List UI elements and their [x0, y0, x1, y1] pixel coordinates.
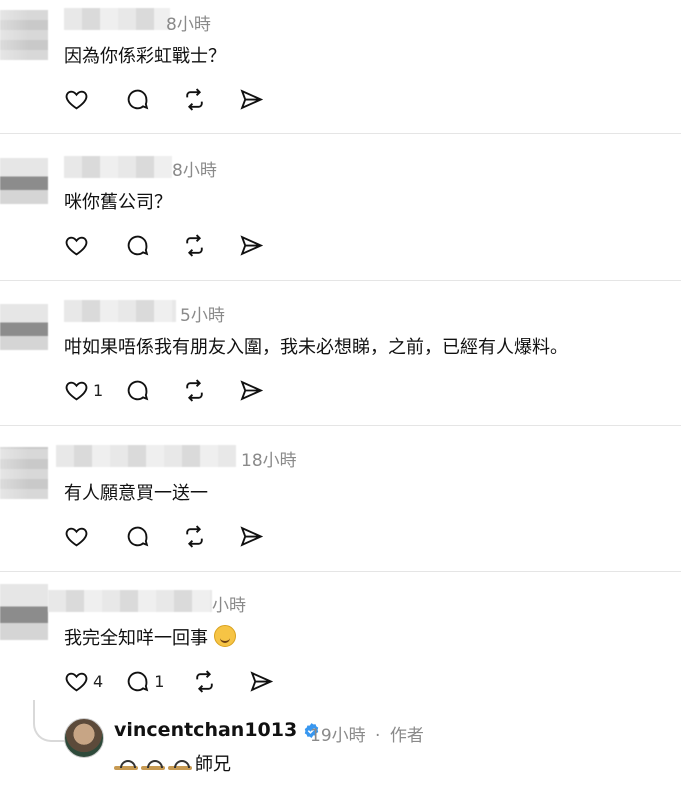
- comment-count: 1: [154, 671, 165, 691]
- comment-button[interactable]: [125, 377, 150, 403]
- reply-meta: 19小時 · 作者: [310, 721, 424, 746]
- comment-button[interactable]: [125, 523, 150, 549]
- like-button[interactable]: [64, 86, 93, 112]
- like-count: 4: [93, 671, 104, 691]
- share-button[interactable]: [249, 668, 274, 694]
- like-count: 1: [93, 380, 104, 400]
- comment-item: 18小時 有人願意買一送一: [0, 437, 681, 582]
- comment-button[interactable]: 1: [125, 668, 164, 694]
- comment-text: 我完全知咩一回事: [64, 624, 236, 650]
- reply-time: 19小時: [310, 726, 366, 746]
- heart-icon: [65, 527, 88, 546]
- repost-button[interactable]: [182, 86, 207, 112]
- sandal-emoji: [141, 760, 165, 770]
- comment-text: 有人願意買一送一: [64, 483, 208, 504]
- comment-actions: [64, 232, 286, 258]
- reply-text: 師兄: [114, 750, 231, 776]
- meta-separator: ·: [375, 726, 381, 746]
- username-redacted[interactable]: [56, 445, 236, 467]
- share-icon: [240, 234, 264, 256]
- repost-icon: [186, 87, 203, 111]
- like-button[interactable]: 1: [64, 377, 103, 403]
- avatar[interactable]: [0, 304, 48, 350]
- divider: [0, 425, 681, 426]
- comment-time: 8小時: [166, 15, 211, 35]
- heart-icon: [65, 236, 88, 255]
- author-tag: 作者: [389, 726, 424, 746]
- comment-item: 8小時 因為你係彩虹戰士？: [0, 0, 681, 145]
- comment-item: 5小時 咁如果唔係我有朋友入圍，我未必想睇，之前，已經有人爆料。 1: [0, 292, 681, 437]
- comment-actions: [64, 86, 286, 112]
- repost-button[interactable]: [182, 523, 207, 549]
- comment-button[interactable]: [125, 86, 150, 112]
- comment-actions: 1: [64, 377, 286, 403]
- comment-text: 咪你舊公司？: [64, 192, 172, 213]
- thread-connector: [33, 700, 65, 742]
- reply-username[interactable]: vincentchan1013: [114, 719, 320, 741]
- reply-username-text: vincentchan1013: [114, 719, 298, 741]
- woozy-face-emoji: [214, 625, 236, 647]
- comment-icon: [127, 526, 149, 546]
- repost-icon: [186, 524, 203, 548]
- comment-time: 8小時: [172, 161, 217, 181]
- sandal-emoji: [114, 760, 138, 770]
- avatar[interactable]: [0, 158, 48, 204]
- username-redacted[interactable]: [64, 156, 172, 178]
- share-button[interactable]: [239, 86, 264, 112]
- comment-actions: [64, 523, 286, 549]
- comment-text: 因為你係彩虹戰士？: [64, 46, 226, 67]
- like-button[interactable]: 4: [64, 668, 103, 694]
- comment-time: 小時: [212, 596, 246, 616]
- share-icon: [240, 88, 264, 110]
- reply-avatar[interactable]: [64, 718, 104, 758]
- comment-icon: [127, 671, 149, 691]
- repost-button[interactable]: [182, 377, 207, 403]
- username-redacted[interactable]: [64, 300, 176, 322]
- share-icon: [240, 525, 264, 547]
- comment-icon: [127, 235, 149, 255]
- share-button[interactable]: [239, 232, 264, 258]
- avatar[interactable]: [0, 584, 48, 640]
- comment-time: 18小時: [241, 451, 297, 471]
- like-button[interactable]: [64, 232, 93, 258]
- repost-icon: [186, 233, 203, 257]
- share-icon: [250, 670, 274, 692]
- divider: [0, 133, 681, 134]
- divider: [0, 571, 681, 572]
- heart-icon: [65, 672, 88, 691]
- comment-item: 8小時 咪你舊公司？: [0, 146, 681, 291]
- comment-text-body: 我完全知咩一回事: [64, 628, 208, 649]
- reply-text-body: 師兄: [195, 754, 231, 775]
- comment-actions: 4 1: [64, 668, 296, 694]
- avatar[interactable]: [0, 10, 48, 60]
- comment-icon: [127, 89, 149, 109]
- repost-button[interactable]: [182, 232, 207, 258]
- share-button[interactable]: [239, 523, 264, 549]
- heart-icon: [65, 90, 88, 109]
- comment-icon: [127, 380, 149, 400]
- divider: [0, 280, 681, 281]
- comment-time: 5小時: [180, 306, 225, 326]
- sandal-emoji: [168, 760, 192, 770]
- repost-button[interactable]: [192, 668, 217, 694]
- comment-text: 咁如果唔係我有朋友入圍，我未必想睇，之前，已經有人爆料。: [64, 337, 568, 358]
- repost-icon: [186, 378, 203, 402]
- share-button[interactable]: [239, 377, 264, 403]
- like-button[interactable]: [64, 523, 93, 549]
- username-redacted[interactable]: [48, 590, 212, 612]
- repost-icon: [196, 669, 214, 693]
- comment-item: 小時 我完全知咩一回事 4 1: [0, 582, 681, 793]
- comment-button[interactable]: [125, 232, 150, 258]
- username-redacted[interactable]: [64, 8, 170, 30]
- share-icon: [240, 379, 264, 401]
- avatar[interactable]: [0, 447, 48, 499]
- heart-icon: [65, 381, 88, 400]
